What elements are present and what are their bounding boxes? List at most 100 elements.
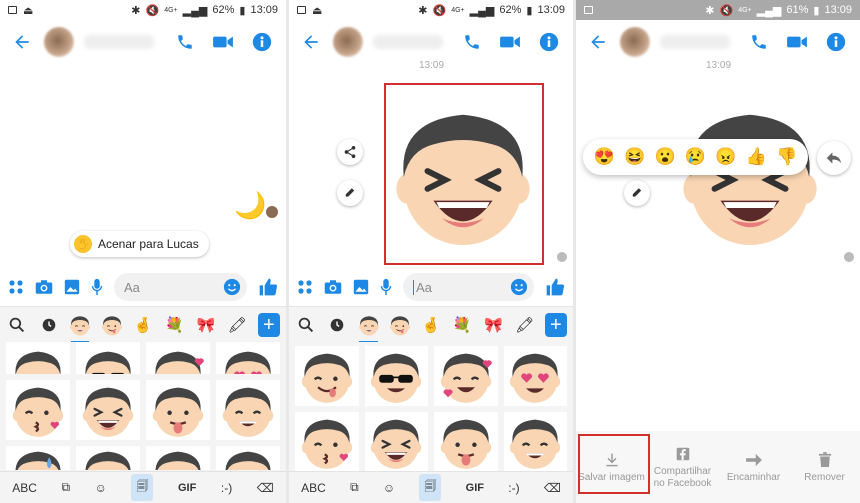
sticker-cell[interactable] [503, 346, 567, 406]
contact-avatar[interactable] [333, 27, 363, 57]
sticker-pack-tab[interactable]: 🎀 [195, 313, 217, 337]
avatar-stickers-tab[interactable] [69, 313, 91, 343]
gif-key[interactable]: GIF [178, 482, 196, 494]
backspace-icon[interactable]: ⌫ [544, 481, 561, 495]
sticker-search-button[interactable] [6, 313, 28, 337]
sticker-pack-tab[interactable]: 🖍 [226, 313, 248, 337]
sticker-cell[interactable] [295, 412, 359, 471]
reaction-dislike[interactable]: 👎 [774, 147, 800, 167]
abc-key[interactable]: ABC [12, 481, 37, 495]
sticker-pack-tab[interactable]: 💐 [163, 313, 185, 337]
emoji-keyboard-icon[interactable]: ☺ [95, 481, 107, 495]
backspace-icon[interactable]: ⌫ [257, 481, 274, 495]
contact-avatar[interactable] [620, 27, 650, 57]
phone-icon[interactable] [463, 33, 481, 51]
sticker-cell[interactable] [295, 346, 359, 406]
camera-icon[interactable] [324, 279, 342, 295]
share-facebook-button[interactable]: Compartilhar no Facebook [647, 431, 718, 503]
moon-sticker[interactable]: 🌙 [234, 190, 266, 221]
sticker-cell[interactable] [146, 446, 210, 470]
sticker-cell[interactable] [216, 380, 280, 440]
sticker-pack-tab[interactable] [100, 313, 122, 337]
gif-key[interactable]: GIF [466, 482, 484, 494]
message-input[interactable]: Aa [403, 273, 534, 301]
emoticon-key[interactable]: :-) [221, 481, 232, 495]
more-apps-icon[interactable] [8, 279, 24, 295]
reaction-wow[interactable]: 😮 [652, 147, 678, 167]
sticker-cell[interactable] [434, 346, 498, 406]
emoji-keyboard-icon[interactable]: ☺ [383, 481, 395, 495]
sticker-cell[interactable] [6, 380, 70, 440]
sticker-cell[interactable] [76, 380, 140, 440]
camera-icon[interactable] [35, 279, 53, 295]
like-icon[interactable] [258, 277, 278, 297]
edit-button[interactable] [624, 180, 650, 206]
microphone-icon[interactable] [91, 278, 103, 296]
emoticon-key[interactable]: :-) [508, 481, 519, 495]
share-button[interactable] [337, 139, 363, 165]
sticker-pack-tab[interactable]: 🤞 [420, 313, 442, 337]
video-call-icon[interactable] [212, 33, 234, 51]
reply-button[interactable] [817, 141, 851, 175]
info-icon[interactable] [252, 32, 272, 52]
gallery-icon[interactable] [64, 279, 80, 295]
reaction-haha[interactable]: 😆 [622, 147, 648, 167]
forward-button[interactable]: Encaminhar [718, 431, 789, 503]
video-call-icon[interactable] [786, 33, 808, 51]
microphone-icon[interactable] [380, 278, 392, 296]
sticker-cell[interactable] [216, 446, 280, 470]
sticker-cell[interactable] [146, 380, 210, 440]
back-button[interactable] [297, 28, 325, 56]
phone-icon[interactable] [176, 33, 194, 51]
sticker-pack-tab[interactable]: 🎀 [482, 313, 504, 337]
avatar-stickers-tab[interactable] [357, 313, 379, 343]
contact-avatar[interactable] [44, 27, 74, 57]
remove-button[interactable]: Remover [789, 431, 860, 503]
reaction-love[interactable]: 😍 [591, 147, 617, 167]
sticker-search-button[interactable] [295, 313, 317, 337]
sticker-pack-tab[interactable] [389, 313, 411, 337]
back-button[interactable] [8, 28, 36, 56]
abc-key[interactable]: ABC [301, 481, 326, 495]
recent-stickers-tab[interactable] [37, 313, 59, 337]
recent-stickers-tab[interactable] [326, 313, 348, 337]
gallery-icon[interactable] [353, 279, 369, 295]
back-button[interactable] [584, 28, 612, 56]
contact-name[interactable] [660, 35, 730, 49]
info-icon[interactable] [826, 32, 846, 52]
emoji-icon[interactable] [510, 278, 528, 296]
add-sticker-button[interactable]: + [544, 312, 567, 337]
wave-button[interactable]: ✋ Acenar para Lucas [70, 231, 209, 257]
contact-name[interactable] [373, 35, 443, 49]
sticker-pack-tab[interactable]: 🤞 [132, 313, 154, 337]
reaction-angry[interactable]: 😠 [713, 147, 739, 167]
more-apps-icon[interactable] [297, 279, 313, 295]
sticker-keyboard-icon[interactable]: ⧉ [62, 480, 71, 495]
sticker-cell[interactable] [76, 342, 140, 374]
sticker-keyboard-icon[interactable]: ⧉ [350, 480, 359, 495]
sticker-key-icon[interactable]: 🗐 [419, 474, 442, 501]
edit-button[interactable] [337, 180, 363, 206]
video-call-icon[interactable] [499, 33, 521, 51]
sticker-cell[interactable] [6, 446, 70, 470]
sticker-cell[interactable] [364, 412, 428, 471]
sticker-cell[interactable] [364, 346, 428, 406]
emoji-icon[interactable] [223, 278, 241, 296]
phone-icon[interactable] [750, 33, 768, 51]
sticker-cell[interactable] [216, 342, 280, 374]
reaction-sad[interactable]: 😢 [682, 147, 708, 167]
like-icon[interactable] [545, 277, 565, 297]
sticker-key-icon[interactable]: 🗐 [131, 474, 154, 501]
sticker-cell[interactable] [434, 412, 498, 471]
sticker-cell[interactable] [76, 446, 140, 470]
add-sticker-button[interactable]: + [257, 312, 280, 337]
message-input[interactable]: Aa [114, 273, 247, 301]
sticker-pack-tab[interactable]: 💐 [451, 313, 473, 337]
info-icon[interactable] [539, 32, 559, 52]
sticker-pack-tab[interactable]: 🖍 [514, 313, 536, 337]
sticker-cell[interactable] [6, 342, 70, 374]
reaction-like[interactable]: 👍 [743, 147, 769, 167]
contact-name[interactable] [84, 35, 154, 49]
sticker-cell[interactable] [503, 412, 567, 471]
sticker-cell[interactable] [146, 342, 210, 374]
